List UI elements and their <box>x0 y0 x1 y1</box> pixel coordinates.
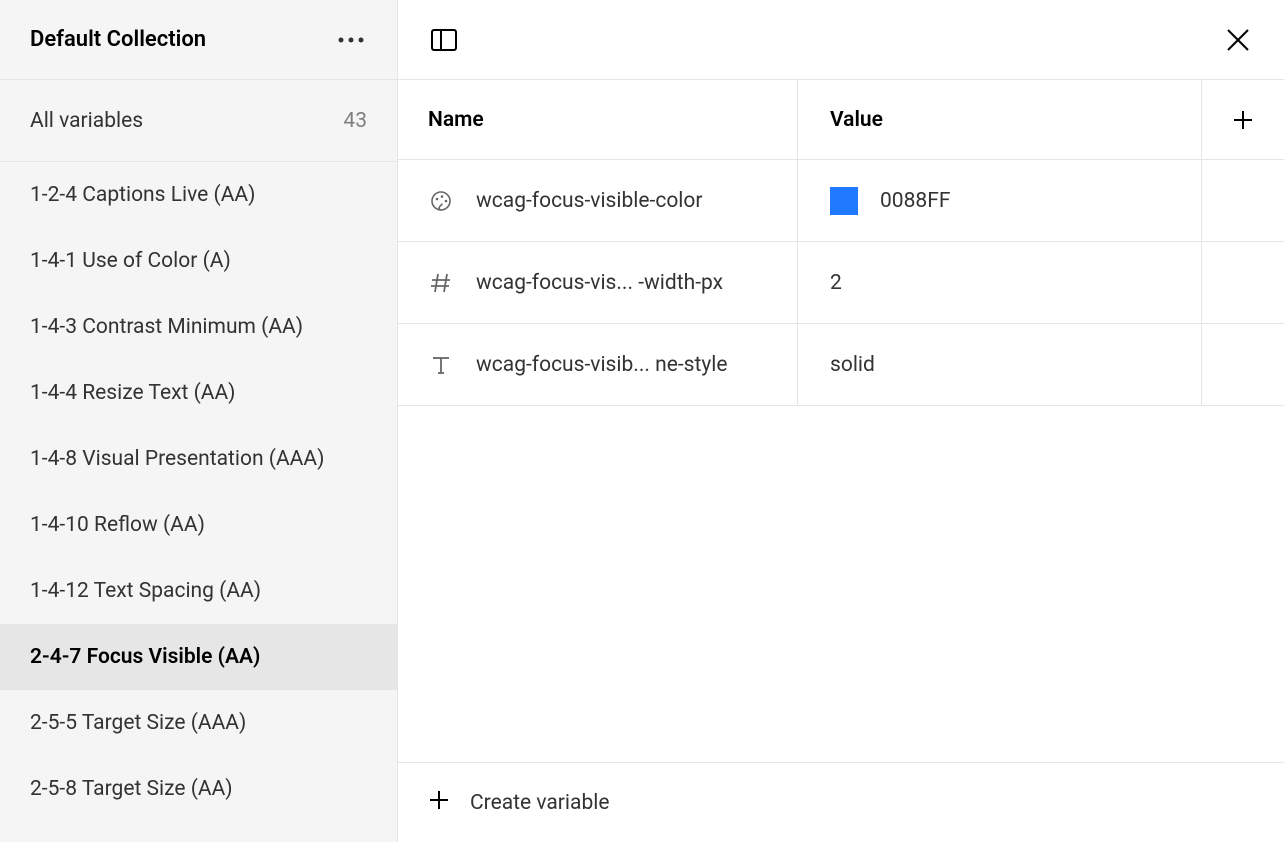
variable-name-cell[interactable]: wcag-focus-visible-color <box>398 160 798 241</box>
collection-title[interactable]: Default Collection <box>30 27 206 52</box>
plus-icon <box>428 789 450 816</box>
color-type-icon <box>428 188 454 214</box>
sidebar-group-item[interactable]: 1-4-12 Text Spacing (AA) <box>0 558 397 624</box>
variable-value-cell[interactable]: 2 <box>798 242 1202 323</box>
number-type-icon <box>428 270 454 296</box>
sidebar-group-item[interactable]: 1-4-3 Contrast Minimum (AA) <box>0 294 397 360</box>
sidebar-group-label: 1-4-12 Text Spacing (AA) <box>30 579 261 603</box>
sidebar-group-item[interactable]: 1-4-1 Use of Color (A) <box>0 228 397 294</box>
sidebar-group-label: 1-4-3 Contrast Minimum (AA) <box>30 315 303 339</box>
all-variables-count: 43 <box>343 109 367 133</box>
sidebar-group-label: 1-4-1 Use of Color (A) <box>30 249 231 273</box>
sidebar-group-item[interactable]: 1-4-8 Visual Presentation (AAA) <box>0 426 397 492</box>
sidebar-group-label: 2-4-7 Focus Visible (AA) <box>30 645 260 669</box>
sidebar-group-item[interactable]: 1-2-4 Captions Live (AA) <box>0 162 397 228</box>
more-icon[interactable] <box>335 24 367 56</box>
sidebar-group-item[interactable]: 1-4-10 Reflow (AA) <box>0 492 397 558</box>
variable-value-text: 0088FF <box>880 189 950 213</box>
column-header-value: Value <box>798 80 1202 159</box>
variable-name-cell[interactable]: wcag-focus-visib... ne-style <box>398 324 798 405</box>
variable-rows: wcag-focus-visible-color0088FFwcag-focus… <box>398 160 1284 406</box>
panel-toggle-icon[interactable] <box>428 24 460 56</box>
variable-value-cell[interactable]: 0088FF <box>798 160 1202 241</box>
variable-name-cell[interactable]: wcag-focus-vis... -width-px <box>398 242 798 323</box>
add-column-button[interactable] <box>1202 80 1284 159</box>
variable-row: wcag-focus-vis... -width-px 2 <box>398 242 1284 324</box>
group-list: 1-2-4 Captions Live (AA) 1-4-1 Use of Col… <box>0 162 397 842</box>
variable-actions-cell <box>1202 324 1284 405</box>
column-header-row: Name Value <box>398 80 1284 160</box>
variable-name-text: wcag-focus-visib... ne-style <box>476 353 728 377</box>
variable-row: wcag-focus-visible-color 0088FF <box>398 160 1284 242</box>
column-header-name: Name <box>398 80 798 159</box>
variable-name-text: wcag-focus-visible-color <box>476 189 703 213</box>
sidebar-group-label: 1-4-8 Visual Presentation (AAA) <box>30 447 324 471</box>
create-variable-label: Create variable <box>470 791 609 815</box>
variable-value-text: 2 <box>830 271 842 295</box>
main-header <box>398 0 1284 80</box>
create-variable-button[interactable]: Create variable <box>398 762 1284 842</box>
sidebar: Default Collection All variables 43 1-2-… <box>0 0 398 842</box>
all-variables-label: All variables <box>30 109 143 133</box>
main-panel: Name Value wcag-focus-visible-color 0088F… <box>398 0 1284 842</box>
string-type-icon <box>428 352 454 378</box>
sidebar-group-item[interactable]: 2-5-8 Target Size (AA) <box>0 756 397 822</box>
variable-actions-cell <box>1202 160 1284 241</box>
variable-actions-cell <box>1202 242 1284 323</box>
sidebar-group-label: 1-4-4 Resize Text (AA) <box>30 381 235 405</box>
sidebar-group-label: 1-2-4 Captions Live (AA) <box>30 183 255 207</box>
sidebar-group-label: 1-4-10 Reflow (AA) <box>30 513 205 537</box>
close-icon[interactable] <box>1222 24 1254 56</box>
variable-value-cell[interactable]: solid <box>798 324 1202 405</box>
variable-value-text: solid <box>830 353 875 377</box>
color-swatch <box>830 187 858 215</box>
sidebar-group-item[interactable]: 1-4-4 Resize Text (AA) <box>0 360 397 426</box>
sidebar-header: Default Collection <box>0 0 397 80</box>
sidebar-group-item[interactable]: 2-5-5 Target Size (AAA) <box>0 690 397 756</box>
all-variables-row[interactable]: All variables 43 <box>0 80 397 162</box>
sidebar-group-label: 2-5-8 Target Size (AA) <box>30 777 233 801</box>
sidebar-group-label: 2-5-5 Target Size (AAA) <box>30 711 246 735</box>
variable-row: wcag-focus-visib... ne-style solid <box>398 324 1284 406</box>
variable-name-text: wcag-focus-vis... -width-px <box>476 271 723 295</box>
sidebar-group-item[interactable]: 2-4-7 Focus Visible (AA) <box>0 624 397 690</box>
